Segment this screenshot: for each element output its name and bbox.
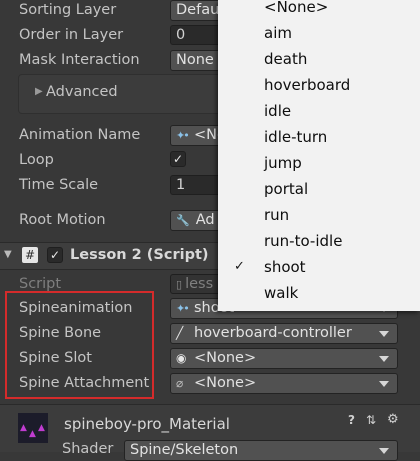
- checkmark-icon: ✓: [234, 259, 245, 274]
- spine-bone-dropdown[interactable]: ╱ hoverboard-controller: [170, 323, 398, 344]
- dropdown-item-aim[interactable]: aim: [264, 24, 292, 42]
- component-title: Lesson 2 (Script): [70, 247, 209, 263]
- sorting-layer-label: Sorting Layer: [19, 2, 117, 18]
- chevron-down-icon: [379, 448, 389, 454]
- spine-icon: ✦•: [176, 302, 190, 315]
- foldout-arrow-icon[interactable]: ▶: [35, 86, 43, 97]
- help-icon[interactable]: ?: [348, 413, 355, 427]
- gear-icon[interactable]: ⚙: [387, 412, 399, 427]
- script-icon: #: [22, 247, 38, 263]
- advanced-section: ▶ Advanced: [18, 74, 230, 114]
- order-in-layer-label: Order in Layer: [19, 27, 124, 43]
- material-name: spineboy-pro_Material: [64, 415, 230, 433]
- spine-icon: ✦•: [176, 129, 190, 142]
- dropdown-item-portal[interactable]: portal: [264, 180, 308, 198]
- dropdown-item-run-to-idle[interactable]: run-to-idle: [264, 232, 342, 250]
- bone-icon: ╱: [176, 326, 184, 340]
- advanced-foldout[interactable]: Advanced: [46, 84, 118, 100]
- dropdown-item-death[interactable]: death: [264, 50, 307, 68]
- script-file-icon: ▯: [176, 278, 183, 291]
- dropdown-item-jump[interactable]: jump: [264, 154, 302, 172]
- dropdown-item-hoverboard[interactable]: hoverboard: [264, 76, 350, 94]
- mask-interaction-label: Mask Interaction: [19, 52, 140, 68]
- preset-icon[interactable]: ⇅: [366, 413, 376, 427]
- time-scale-label: Time Scale: [19, 177, 99, 193]
- script-label: Script: [19, 276, 62, 292]
- chevron-down-icon: [379, 381, 389, 387]
- highlight-box: [5, 291, 154, 399]
- dropdown-item-shoot[interactable]: shoot: [264, 258, 306, 276]
- loop-label: Loop: [19, 152, 54, 168]
- material-section: ▲ ▲ ▲ spineboy-pro_Material ? ⇅ ⚙ Shader…: [0, 404, 420, 461]
- dropdown-item-idle[interactable]: idle: [264, 102, 291, 120]
- component-foldout-icon[interactable]: ▼: [4, 249, 12, 260]
- slot-icon: ◉: [176, 351, 187, 365]
- dropdown-item-idle-turn[interactable]: idle-turn: [264, 128, 327, 146]
- material-preview-icon: ▲ ▲ ▲: [18, 413, 48, 443]
- dropdown-item-none[interactable]: <None>: [264, 0, 328, 16]
- animation-dropdown-menu: <None> aim death hoverboard idle idle-tu…: [218, 0, 420, 311]
- root-motion-label: Root Motion: [19, 212, 106, 228]
- spine-slot-dropdown[interactable]: ◉ <None>: [170, 348, 398, 369]
- shader-label: Shader: [62, 441, 114, 457]
- spine-attachment-dropdown[interactable]: ⌀ <None>: [170, 373, 398, 394]
- chevron-down-icon: [379, 356, 389, 362]
- attachment-icon: ⌀: [176, 376, 184, 390]
- loop-checkbox[interactable]: ✓: [170, 151, 186, 167]
- component-enabled-checkbox[interactable]: ✓: [47, 247, 63, 263]
- chevron-down-icon: [379, 331, 389, 337]
- dropdown-item-walk[interactable]: walk: [264, 284, 298, 302]
- dropdown-item-run[interactable]: run: [264, 206, 289, 224]
- animation-name-label: Animation Name: [19, 127, 141, 143]
- wrench-icon: 🔧: [176, 214, 190, 227]
